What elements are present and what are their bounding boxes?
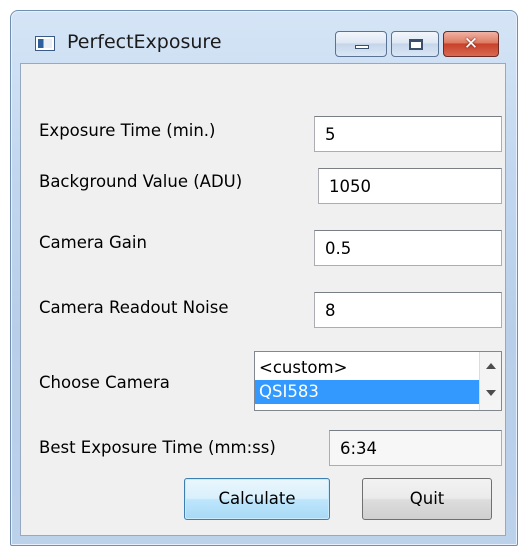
camera-listbox[interactable]: <custom> QSI583	[254, 351, 502, 411]
background-value-input[interactable]: 1050	[318, 168, 502, 204]
close-icon: ✕	[463, 34, 479, 54]
app-window: PerfectExposure ✕ Exposure Time (min.) 5…	[10, 10, 518, 546]
quit-button[interactable]: Quit	[362, 478, 492, 520]
readout-noise-input[interactable]: 8	[314, 292, 502, 328]
scroll-down-icon[interactable]	[486, 390, 496, 396]
maximize-button[interactable]	[391, 31, 439, 57]
background-value-label: Background Value (ADU)	[39, 172, 243, 191]
calculate-button[interactable]: Calculate	[184, 478, 330, 520]
camera-option-qsi583[interactable]: QSI583	[255, 380, 479, 404]
readout-noise-label: Camera Readout Noise	[39, 298, 229, 317]
window-title: PerfectExposure	[67, 31, 222, 53]
app-window-icon	[35, 36, 55, 51]
exposure-time-label: Exposure Time (min.)	[39, 121, 216, 140]
choose-camera-label: Choose Camera	[39, 373, 170, 392]
form-panel: Exposure Time (min.) 5 Background Value …	[20, 63, 506, 536]
exposure-time-input[interactable]: 5	[314, 116, 502, 152]
camera-option-custom[interactable]: <custom>	[255, 356, 479, 380]
best-exposure-label: Best Exposure Time (mm:ss)	[39, 438, 276, 457]
close-button[interactable]: ✕	[443, 31, 499, 57]
listbox-scrollbar[interactable]	[479, 352, 501, 410]
minimize-button[interactable]	[335, 31, 387, 57]
maximize-icon	[409, 39, 423, 50]
title-bar[interactable]: PerfectExposure ✕	[11, 11, 517, 63]
camera-gain-label: Camera Gain	[39, 233, 147, 252]
scroll-up-icon[interactable]	[486, 363, 496, 369]
camera-gain-input[interactable]: 0.5	[314, 230, 502, 266]
best-exposure-output: 6:34	[329, 430, 502, 466]
minimize-icon	[355, 45, 369, 49]
